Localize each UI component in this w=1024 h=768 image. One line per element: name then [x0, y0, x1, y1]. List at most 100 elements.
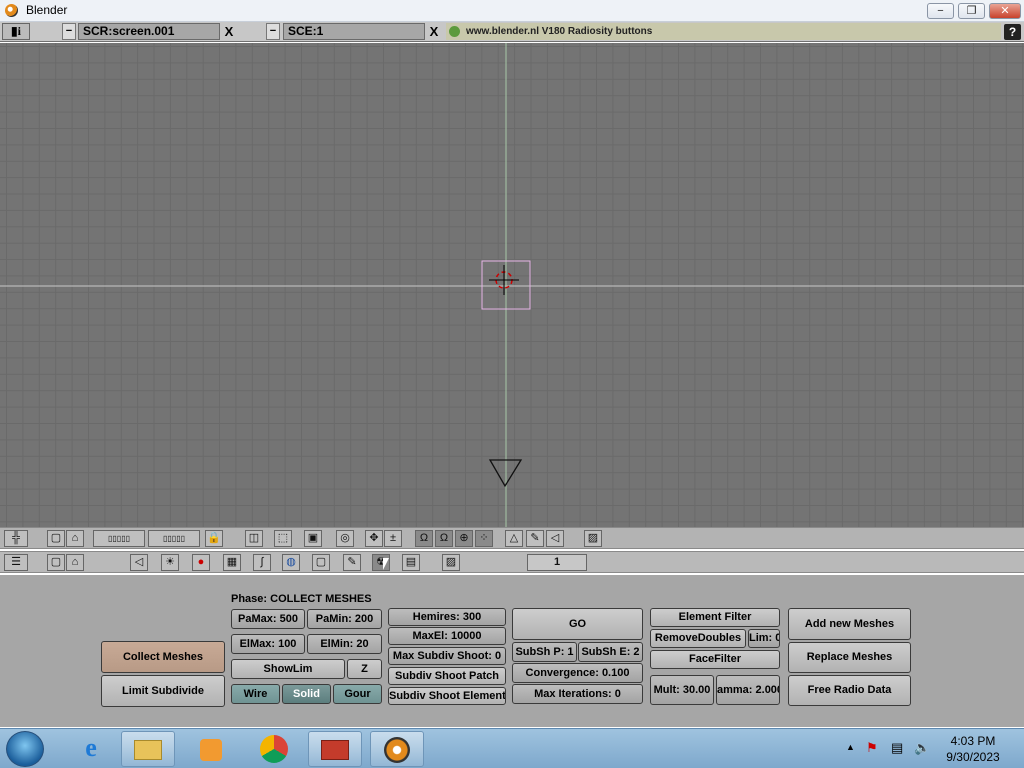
home-icon[interactable]: ⌂ — [66, 530, 84, 547]
maximize-button[interactable]: ❐ — [958, 3, 985, 19]
image-icon[interactable]: ▨ — [584, 530, 602, 547]
taskbar: e ▲ ⚑ ▤ 🔈 4:03 PM 9/30/2023 — [0, 728, 1024, 768]
persp-icon[interactable]: ⬚ — [274, 530, 292, 547]
buttons-window-type-icon[interactable]: ☰ — [4, 554, 28, 571]
snap-icon[interactable]: Ω — [435, 530, 453, 547]
maxel-field[interactable]: MaxEl: 10000 — [388, 627, 506, 645]
limit-subdivide-button[interactable]: Limit Subdivide — [101, 675, 225, 707]
elmax-field[interactable]: ElMax: 100 — [231, 634, 305, 654]
lim-field[interactable]: Lim: 0 — [748, 629, 780, 648]
screen-delete-icon[interactable]: X — [221, 23, 237, 40]
start-button[interactable] — [6, 731, 44, 767]
show-hidden-icons[interactable]: ▲ — [846, 742, 855, 752]
blender-taskbar-icon[interactable] — [370, 731, 424, 767]
layer-buttons-2[interactable]: ▯▯▯▯▯ — [148, 530, 200, 547]
add-new-meshes-button[interactable]: Add new Meshes — [788, 608, 911, 640]
view-buttons-icon[interactable]: ◁ — [130, 554, 148, 571]
full-window-icon[interactable]: ▢ — [47, 554, 65, 571]
subdiv-shoot-element-button[interactable]: Subdiv Shoot Element — [388, 687, 506, 705]
network-icon[interactable]: ▤ — [891, 740, 903, 756]
full-window-icon[interactable]: ▢ — [47, 530, 65, 547]
convergence-field[interactable]: Convergence: 0.100 — [512, 663, 643, 683]
blender-status-icon — [449, 26, 460, 37]
media-player-icon[interactable] — [184, 731, 238, 767]
minimize-button[interactable]: − — [927, 3, 954, 19]
texture-buttons-icon[interactable]: ▦ — [223, 554, 241, 571]
collect-meshes-button[interactable]: Collect Meshes — [101, 641, 225, 673]
go-button[interactable]: GO — [512, 608, 643, 640]
material-buttons-icon[interactable]: ● — [192, 554, 210, 571]
animation-buttons-icon[interactable]: ∫ — [253, 554, 271, 571]
wire-button[interactable]: Wire — [231, 684, 280, 704]
buttons-toolbar: ☰ ▢ ⌂ ◁ ☀ ● ▦ ∫ ◍ ▢ ✎ ☢ ▤ ▨ 1 — [0, 551, 1024, 573]
layer-buttons[interactable]: ▯▯▯▯▯ — [93, 530, 145, 547]
subsh-e-field[interactable]: SubSh E: 2 — [578, 642, 643, 662]
home-icon[interactable]: ⌂ — [66, 554, 84, 571]
window-type-icon[interactable]: ▮i — [2, 23, 30, 40]
subdiv-shoot-patch-button[interactable]: Subdiv Shoot Patch — [388, 667, 506, 685]
scatter-icon[interactable]: ⁘ — [475, 530, 493, 547]
phase-label: Phase: COLLECT MESHES — [231, 593, 372, 605]
paint-buttons-icon[interactable]: ▢ — [312, 554, 330, 571]
toolbox-icon[interactable] — [308, 731, 362, 767]
viewport-overlay — [0, 43, 1024, 527]
frame-number-field[interactable]: 1 — [527, 554, 587, 571]
subsh-p-field[interactable]: SubSh P: 1 — [512, 642, 577, 662]
pamax-field[interactable]: PaMax: 500 — [231, 609, 305, 629]
mouse-pointer-icon — [383, 558, 389, 570]
blender-logo-icon — [5, 4, 18, 17]
solid-button[interactable]: Solid — [282, 684, 331, 704]
element-filter-button[interactable]: Element Filter — [650, 608, 780, 627]
max-iterations-field[interactable]: Max Iterations: 0 — [512, 684, 643, 704]
triangle-icon[interactable]: ◁ — [546, 530, 564, 547]
clock-date[interactable]: 9/30/2023 — [938, 750, 1008, 764]
display-buttons-icon[interactable]: ▨ — [442, 554, 460, 571]
zoom-icon[interactable]: ± — [384, 530, 402, 547]
translate-icon[interactable]: ✥ — [365, 530, 383, 547]
remove-doubles-button[interactable]: RemoveDoubles — [650, 629, 746, 648]
action-center-icon[interactable]: ⚑ — [866, 740, 878, 756]
draw-mode-icon[interactable]: ▣ — [304, 530, 322, 547]
window-title-bar: Blender − ❐ ✕ — [0, 0, 1024, 22]
help-icon[interactable]: ? — [1004, 24, 1021, 40]
internet-explorer-icon[interactable]: e — [64, 731, 118, 767]
gamma-field[interactable]: amma: 2.000 — [716, 675, 780, 705]
pivot-icon[interactable]: ⊕ — [455, 530, 473, 547]
close-button[interactable]: ✕ — [989, 3, 1021, 19]
info-text: www.blender.nl V180 Radiosity buttons — [446, 23, 1001, 40]
z-button[interactable]: Z — [347, 659, 382, 679]
elmin-field[interactable]: ElMin: 20 — [307, 634, 382, 654]
replace-meshes-button[interactable]: Replace Meshes — [788, 642, 911, 673]
pamin-field[interactable]: PaMin: 200 — [307, 609, 382, 629]
3d-viewport[interactable] — [0, 43, 1024, 527]
scene-name-field[interactable]: SCE:1 — [283, 23, 425, 40]
chrome-icon[interactable] — [247, 731, 301, 767]
normal-icon[interactable]: △ — [505, 530, 523, 547]
hemires-field[interactable]: Hemires: 300 — [388, 608, 506, 626]
volume-icon[interactable]: 🔈 — [914, 740, 930, 756]
showlim-button[interactable]: ShowLim — [231, 659, 345, 679]
script-buttons-icon[interactable]: ▤ — [402, 554, 420, 571]
edit-buttons-icon[interactable]: ✎ — [343, 554, 361, 571]
scene-browse-button[interactable]: − — [266, 23, 280, 40]
screen-name-field[interactable]: SCR:screen.001 — [78, 23, 220, 40]
max-subdiv-shoot-field[interactable]: Max Subdiv Shoot: 0 — [388, 647, 506, 665]
proportional-icon[interactable]: Ω — [415, 530, 433, 547]
free-radio-data-button[interactable]: Free Radio Data — [788, 675, 911, 706]
clock-time[interactable]: 4:03 PM — [938, 734, 1008, 748]
lamp-buttons-icon[interactable]: ☀ — [161, 554, 179, 571]
world-buttons-icon[interactable]: ◍ — [282, 554, 300, 571]
viewmove-icon[interactable]: ◎ — [336, 530, 354, 547]
pencil-icon[interactable]: ✎ — [526, 530, 544, 547]
face-filter-button[interactable]: FaceFilter — [650, 650, 780, 669]
view-type-icon[interactable]: ╬ — [4, 530, 28, 547]
file-explorer-icon[interactable] — [121, 731, 175, 767]
scene-delete-icon[interactable]: X — [426, 23, 442, 40]
info-header: ▮i − SCR:screen.001 X − SCE:1 X www.blen… — [0, 22, 1024, 42]
radiosity-panel: Phase: COLLECT MESHES Collect Meshes Lim… — [0, 575, 1024, 727]
local-view-icon[interactable]: ◫ — [245, 530, 263, 547]
screen-browse-button[interactable]: − — [62, 23, 76, 40]
gour-button[interactable]: Gour — [333, 684, 382, 704]
mult-field[interactable]: Mult: 30.00 — [650, 675, 714, 705]
lock-icon[interactable]: 🔒 — [205, 530, 223, 547]
